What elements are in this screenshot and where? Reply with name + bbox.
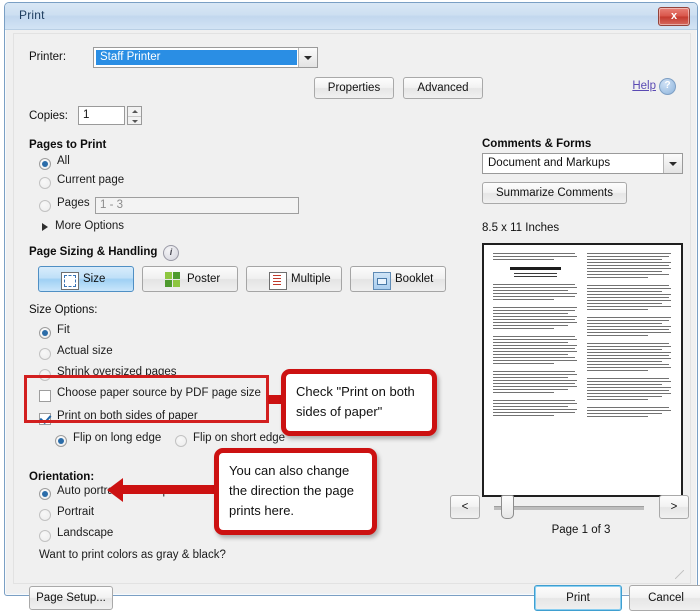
print-dialog-screenshot: Print x Printer: Staff Printer Propertie…	[0, 0, 700, 611]
page-setup-button[interactable]: Page Setup...	[29, 586, 113, 610]
stepper-up-icon[interactable]	[128, 107, 141, 116]
label-current-page: Current page	[57, 174, 125, 186]
label-portrait: Portrait	[57, 506, 95, 518]
printer-selected-value: Staff Printer	[96, 50, 297, 65]
pages-to-print-heading: Pages to Print	[29, 139, 107, 151]
properties-button[interactable]: Properties	[314, 77, 394, 99]
annotation-arrow-orientation-stem	[122, 485, 218, 494]
radio-flip-short-edge[interactable]	[175, 435, 187, 447]
preview-slider-track[interactable]	[494, 506, 644, 510]
multiple-icon	[269, 272, 287, 290]
close-icon[interactable]: x	[658, 7, 690, 26]
printer-select[interactable]: Staff Printer	[93, 47, 318, 68]
label-flip-long-edge: Flip on long edge	[73, 432, 162, 444]
preview-column-left	[493, 253, 578, 487]
summarize-comments-button[interactable]: Summarize Comments	[482, 182, 627, 204]
size-icon	[61, 272, 79, 290]
label-pages: Pages	[57, 197, 90, 209]
mode-button-size[interactable]: Size	[38, 266, 134, 292]
document-preview[interactable]	[482, 243, 683, 497]
radio-current-page[interactable]	[39, 177, 51, 189]
title-bar: Print x	[5, 3, 697, 30]
comments-forms-heading: Comments & Forms	[482, 138, 592, 150]
preview-prev-page-button[interactable]: <	[450, 495, 480, 519]
page-sizing-heading: Page Sizing & Handling	[29, 246, 158, 258]
poster-icon	[165, 272, 181, 288]
radio-pages[interactable]	[39, 200, 51, 212]
copies-stepper[interactable]	[127, 106, 142, 125]
label-landscape: Landscape	[57, 527, 114, 539]
help-icon[interactable]: ?	[659, 78, 676, 95]
annotation-callout-orientation: You can also change the direction the pa…	[214, 448, 377, 535]
copies-label: Copies:	[29, 110, 68, 122]
mode-button-booklet-label: Booklet	[395, 273, 434, 285]
radio-flip-long-edge[interactable]	[55, 435, 67, 447]
booklet-icon	[373, 272, 391, 290]
orientation-heading: Orientation:	[29, 471, 95, 483]
help-link[interactable]: Help	[632, 80, 656, 92]
window-title: Print	[19, 8, 45, 22]
print-button[interactable]: Print	[534, 585, 622, 611]
gray-black-link[interactable]: Want to print colors as gray & black?	[39, 549, 226, 561]
mode-button-poster[interactable]: Poster	[142, 266, 238, 292]
stepper-down-icon[interactable]	[128, 115, 141, 126]
annotation-callout-duplex: Check "Print on both sides of paper"	[281, 369, 437, 436]
comments-forms-select[interactable]: Document and Markups	[482, 153, 683, 174]
mode-button-booklet[interactable]: Booklet	[350, 266, 446, 292]
more-options-toggle[interactable]: More Options	[55, 220, 124, 232]
radio-all[interactable]	[39, 158, 51, 170]
chevron-down-icon[interactable]	[298, 48, 317, 67]
label-all: All	[57, 155, 70, 167]
preview-columns	[493, 253, 672, 487]
chevron-right-icon[interactable]	[42, 223, 48, 231]
radio-auto-orientation[interactable]	[39, 488, 51, 500]
preview-column-right	[587, 253, 672, 487]
label-actual-size: Actual size	[57, 345, 113, 357]
info-icon[interactable]: i	[163, 245, 179, 261]
size-options-label: Size Options:	[29, 304, 98, 316]
mode-button-multiple[interactable]: Multiple	[246, 266, 342, 292]
mode-button-size-label: Size	[83, 273, 106, 285]
radio-fit[interactable]	[39, 327, 51, 339]
annotation-arrow-orientation-head	[107, 478, 123, 502]
mode-button-poster-label: Poster	[187, 273, 221, 285]
advanced-button[interactable]: Advanced	[403, 77, 483, 99]
label-flip-short-edge: Flip on short edge	[193, 432, 286, 444]
preview-page-content	[493, 253, 672, 487]
page-indicator: Page 1 of 3	[551, 524, 611, 536]
radio-actual-size[interactable]	[39, 348, 51, 360]
preview-next-page-button[interactable]: >	[659, 495, 689, 519]
mode-button-multiple-label: Multiple	[291, 273, 331, 285]
copies-input[interactable]: 1	[78, 106, 125, 125]
comments-forms-selected-value: Document and Markups	[488, 157, 611, 169]
printer-label: Printer:	[29, 51, 67, 63]
resize-grip-icon[interactable]	[675, 570, 684, 579]
paper-size-label: 8.5 x 11 Inches	[482, 222, 560, 234]
cancel-button[interactable]: Cancel	[629, 585, 700, 611]
radio-portrait[interactable]	[39, 509, 51, 521]
pages-range-input[interactable]: 1 - 3	[95, 197, 299, 214]
preview-slider-thumb[interactable]	[501, 495, 514, 519]
label-fit: Fit	[57, 324, 70, 336]
annotation-highlight-duplex	[24, 375, 269, 423]
radio-landscape[interactable]	[39, 530, 51, 542]
chevron-down-icon[interactable]	[663, 154, 682, 173]
